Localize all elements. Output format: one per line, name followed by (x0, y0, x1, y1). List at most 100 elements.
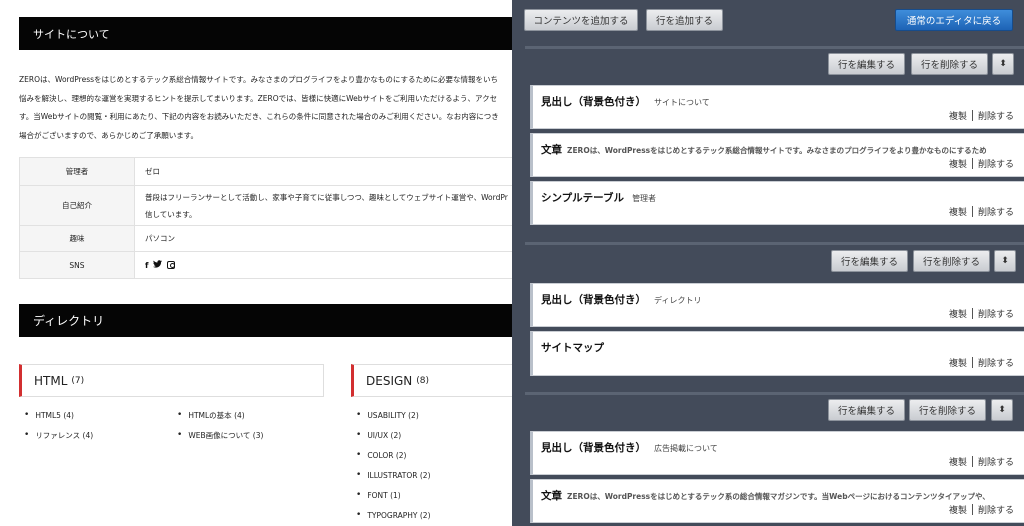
section-heading-text: サイトについて (33, 27, 110, 41)
edit-row-button[interactable]: 行を編集する (828, 399, 905, 421)
module-actions: 複製 削除する (949, 503, 1014, 516)
table-value-line: 普段はフリーランサーとして活動し、家事や子育てに従事しつつ、趣味としてウェブサイ… (145, 192, 508, 202)
module-actions: 複製 削除する (949, 205, 1014, 218)
module-text[interactable]: 文章 ZEROは、WordPressをはじめとするテック系の総合情報マガジンです。… (530, 479, 1024, 523)
move-row-handle[interactable]: ⬍ (991, 399, 1013, 421)
delete-link[interactable]: 削除する (978, 310, 1014, 320)
return-to-editor-button[interactable]: 通常のエディタに戻る (895, 9, 1013, 31)
row-divider (525, 46, 1024, 49)
list-item[interactable]: ILLUSTRATOR (2) (356, 465, 431, 485)
section-heading-text: ディレクトリ (33, 314, 105, 328)
module-title: 見出し（背景色付き） サイトについて (541, 96, 710, 108)
duplicate-link[interactable]: 複製 (949, 160, 967, 170)
module-subtitle: 広告掲載について (654, 444, 718, 453)
list-item[interactable]: TYPOGRAPHY (2) (356, 505, 430, 525)
list-item[interactable]: USABILITY (2) (356, 405, 431, 425)
table-value: ゼロ (134, 157, 512, 186)
table-key: 管理者 (19, 157, 135, 186)
delete-link[interactable]: 削除する (978, 208, 1014, 218)
intro-line: す。当Webサイトの閲覧・利用にあたり、下記の内容をお読みいただき、これらの条件… (19, 112, 499, 121)
module-title: 見出し（背景色付き） 広告掲載について (541, 442, 718, 454)
table-row: 趣味 パソコン (19, 225, 512, 252)
table-key: SNS (19, 251, 135, 279)
delete-row-button[interactable]: 行を削除する (913, 250, 990, 272)
facebook-icon[interactable]: f (145, 257, 148, 274)
duplicate-link[interactable]: 複製 (949, 458, 967, 468)
twitter-icon[interactable] (153, 257, 163, 274)
intro-line: 場合がございますので、あらかじめご了承願います。 (19, 130, 198, 140)
table-key: 自己紹介 (19, 185, 135, 226)
section-heading-directory: ディレクトリ (19, 304, 512, 337)
list-item[interactable]: FONT (1) (356, 485, 431, 505)
page-builder-panel: コンテンツを追加する 行を追加する 通常のエディタに戻る 行を編集する 行を削除… (512, 0, 1024, 526)
category-heading-design[interactable]: DESIGN (8) (351, 364, 512, 397)
profile-table: 管理者 ゼロ 自己紹介 普段はフリーランサーとして活動し、家事や子育てに従事しつ… (19, 157, 512, 279)
design-category-list: USABILITY (2) UI/UX (2) COLOR (2) ILLUST… (356, 405, 431, 525)
module-sitemap[interactable]: サイトマップ 複製 削除する (530, 331, 1024, 376)
module-subtitle: 管理者 (632, 194, 657, 203)
category-count: (7) (71, 375, 85, 386)
module-title: 見出し（背景色付き） ディレクトリ (541, 294, 702, 306)
edit-row-button[interactable]: 行を編集する (828, 53, 905, 75)
table-value: 普段はフリーランサーとして活動し、家事や子育てに従事しつつ、趣味としてウェブサイ… (134, 185, 512, 226)
delete-link[interactable]: 削除する (978, 112, 1014, 122)
module-subtitle: ディレクトリ (654, 296, 702, 305)
module-heading[interactable]: 見出し（背景色付き） ディレクトリ 複製 削除する (530, 283, 1024, 327)
section-heading-about: サイトについて (19, 17, 512, 50)
delete-link[interactable]: 削除する (978, 160, 1014, 170)
table-value-line: 信しています。 (145, 209, 197, 219)
module-heading[interactable]: 見出し（背景色付き） サイトについて 複製 削除する (530, 85, 1024, 129)
list-item[interactable]: WEB画像について (3) (177, 425, 263, 445)
list-item[interactable]: HTMLの基本 (4) (177, 405, 263, 425)
module-actions: 複製 削除する (949, 109, 1014, 122)
table-row: 自己紹介 普段はフリーランサーとして活動し、家事や子育てに従事しつつ、趣味として… (19, 185, 512, 226)
category-heading-html[interactable]: HTML (7) (19, 364, 324, 397)
table-row: 管理者 ゼロ (19, 157, 512, 186)
table-value: パソコン (134, 225, 512, 252)
add-row-button[interactable]: 行を追加する (646, 9, 723, 31)
category-name: HTML (34, 373, 68, 388)
intro-line: 悩みを解決し、理想的な運営を実現するヒントを提示してまいります。ZEROでは、皆… (19, 93, 498, 103)
duplicate-link[interactable]: 複製 (949, 359, 967, 369)
delete-row-button[interactable]: 行を削除する (911, 53, 988, 75)
delete-link[interactable]: 削除する (978, 458, 1014, 468)
intro-paragraph: ZEROは、WordPressをはじめとするテック系総合情報サイトです。みなさま… (19, 70, 512, 144)
social-links: f (145, 257, 512, 274)
site-preview: サイトについて ZEROは、WordPressをはじめとするテック系総合情報サイ… (0, 0, 512, 526)
module-subtitle: サイトについて (654, 98, 710, 107)
delete-row-button[interactable]: 行を削除する (909, 399, 986, 421)
duplicate-link[interactable]: 複製 (949, 208, 967, 218)
intro-line: ZEROは、WordPressをはじめとするテック系総合情報サイトです。みなさま… (19, 75, 498, 84)
module-subtitle: ZEROは、WordPressをはじめとするテック系総合情報サイトです。みなさま… (567, 146, 987, 155)
module-actions: 複製 削除する (949, 455, 1014, 468)
module-simple-table[interactable]: シンプルテーブル 管理者 複製 削除する (530, 181, 1024, 225)
module-title: シンプルテーブル 管理者 (541, 192, 657, 204)
delete-link[interactable]: 削除する (978, 359, 1014, 369)
table-value: f (134, 251, 512, 279)
table-key: 趣味 (19, 225, 135, 252)
module-text[interactable]: 文章 ZEROは、WordPressをはじめとするテック系総合情報サイトです。みな… (530, 133, 1024, 177)
category-name: DESIGN (366, 373, 413, 388)
list-item[interactable]: UI/UX (2) (356, 425, 431, 445)
list-item[interactable]: COLOR (2) (356, 445, 431, 465)
duplicate-link[interactable]: 複製 (949, 310, 967, 320)
row-divider (525, 242, 1024, 245)
duplicate-link[interactable]: 複製 (949, 506, 967, 516)
module-title: 文章 ZEROは、WordPressをはじめとするテック系総合情報サイトです。みな… (541, 144, 987, 156)
module-actions: 複製 削除する (949, 157, 1014, 170)
instagram-icon[interactable] (167, 261, 176, 269)
edit-row-button[interactable]: 行を編集する (831, 250, 908, 272)
move-row-handle[interactable]: ⬍ (992, 53, 1014, 75)
list-item[interactable]: HTML5 (4) (24, 405, 93, 425)
add-content-button[interactable]: コンテンツを追加する (524, 9, 638, 31)
table-row: SNS f (19, 251, 512, 279)
move-row-handle[interactable]: ⬍ (994, 250, 1016, 272)
list-item[interactable]: リファレンス (4) (24, 425, 93, 445)
module-title: 文章 ZEROは、WordPressをはじめとするテック系の総合情報マガジンです。… (541, 490, 990, 502)
module-heading[interactable]: 見出し（背景色付き） 広告掲載について 複製 削除する (530, 431, 1024, 475)
module-actions: 複製 削除する (949, 307, 1014, 320)
module-title: サイトマップ (541, 342, 604, 354)
category-count: (8) (416, 375, 430, 386)
duplicate-link[interactable]: 複製 (949, 112, 967, 122)
delete-link[interactable]: 削除する (978, 506, 1014, 516)
